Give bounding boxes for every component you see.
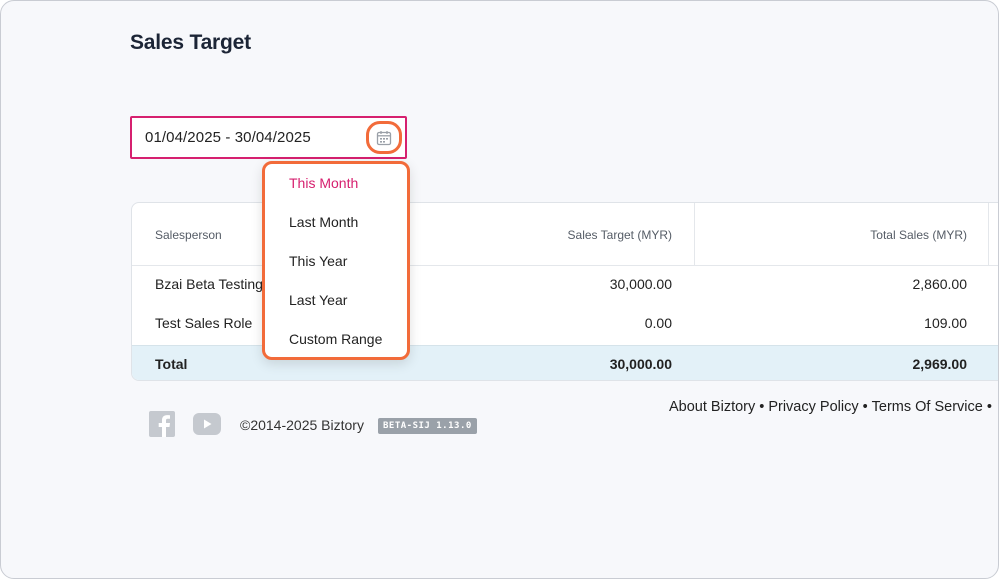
terms-of-service-link[interactable]: Terms Of Service [872, 399, 983, 415]
date-range-value: 01/04/2025 - 30/04/2025 [145, 129, 311, 146]
facebook-icon[interactable] [149, 411, 175, 437]
total-sales-cell: 2,969.00 [912, 356, 968, 372]
version-badge: BETA-SIJ 1.13.0 [378, 418, 477, 434]
privacy-policy-link[interactable]: Privacy Policy [768, 399, 858, 415]
calendar-button[interactable] [366, 121, 402, 154]
footer-links: About Biztory • Privacy Policy • Terms Of Se… [669, 399, 992, 415]
range-option-custom-range[interactable]: Custom Range [289, 331, 382, 347]
range-option-this-year[interactable]: This Year [289, 253, 347, 269]
copyright-text: ©2014-2025 Biztory [240, 417, 364, 433]
column-divider [988, 203, 989, 266]
calendar-icon [376, 130, 392, 145]
range-option-this-month[interactable]: This Month [289, 175, 358, 191]
column-header-sales-target[interactable]: Sales Target (MYR) [512, 228, 672, 242]
range-option-last-month[interactable]: Last Month [289, 214, 358, 230]
column-header-salesperson[interactable]: Salesperson [155, 228, 222, 242]
salesperson-cell: Test Sales Role [155, 315, 253, 331]
sales-target-cell: 30,000.00 [609, 276, 672, 292]
youtube-icon[interactable] [193, 413, 221, 435]
sales-target-cell: 0.00 [644, 315, 672, 331]
total-label: Total [155, 356, 188, 372]
date-range-dropdown: This Month Last Month This Year Last Yea… [262, 161, 410, 360]
column-header-total-sales[interactable]: Total Sales (MYR) [807, 228, 967, 242]
range-option-last-year[interactable]: Last Year [289, 292, 347, 308]
total-sales-cell: 109.00 [924, 315, 967, 331]
social-links [149, 411, 221, 437]
salesperson-cell: Bzai Beta Testing [155, 276, 263, 292]
total-sales-cell: 2,860.00 [912, 276, 968, 292]
about-link[interactable]: About Biztory [669, 399, 755, 415]
date-range-input[interactable]: 01/04/2025 - 30/04/2025 [130, 116, 407, 159]
column-divider [694, 203, 695, 266]
total-target-cell: 30,000.00 [609, 356, 672, 372]
app-window: Sales Target 01/04/2025 - 30/04/2025 Sal… [0, 0, 999, 579]
page-title: Sales Target [130, 31, 251, 54]
